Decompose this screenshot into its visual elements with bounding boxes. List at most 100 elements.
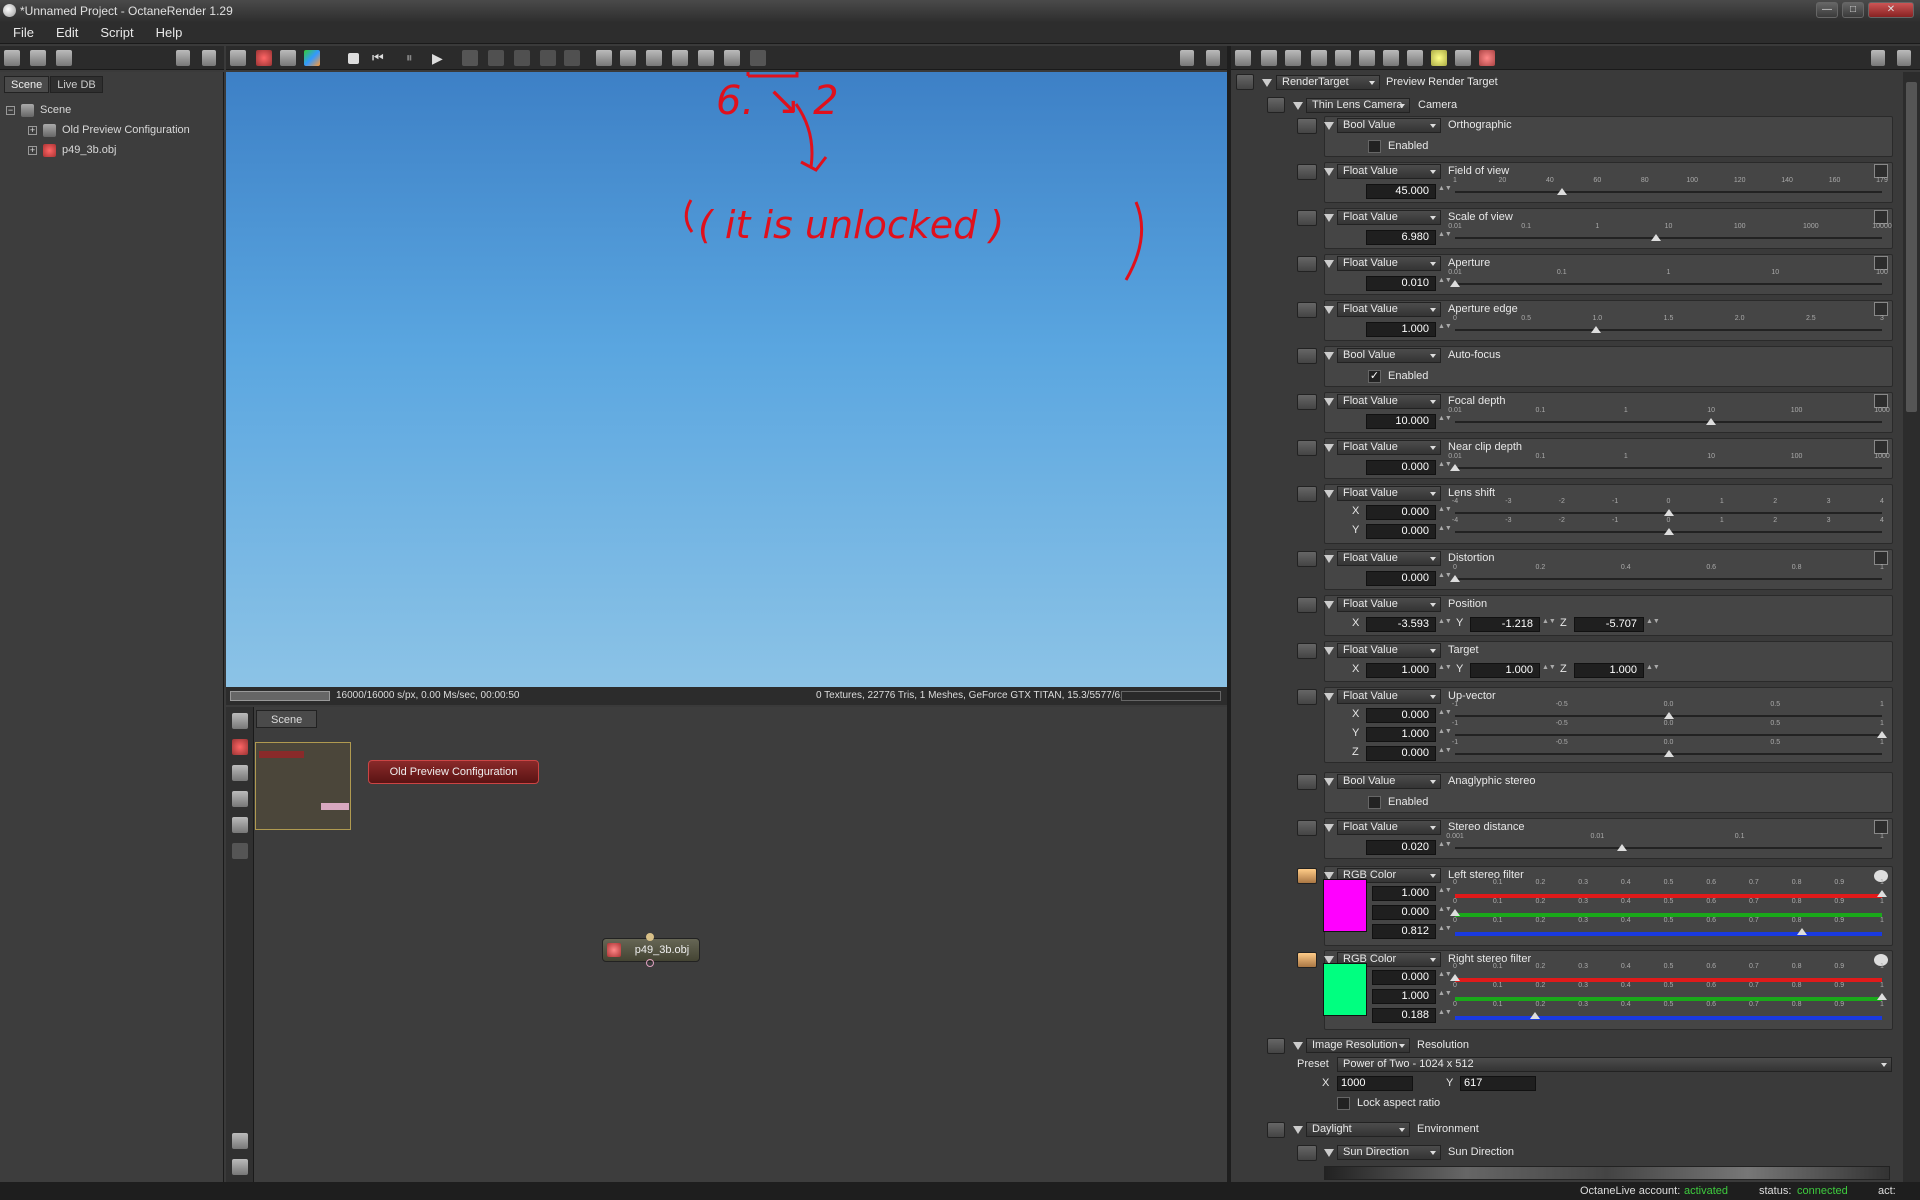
right-stereo-filter-channel-value[interactable]: 1.000: [1372, 989, 1436, 1004]
menu-file[interactable]: File: [2, 22, 45, 44]
organize-icon[interactable]: [232, 713, 248, 729]
slider-knob[interactable]: [1663, 750, 1674, 757]
spinner-arrows[interactable]: ▲▼: [1438, 525, 1452, 539]
resolution-type-dropdown[interactable]: Image Resolution: [1306, 1038, 1410, 1053]
float-pin-icon[interactable]: [1297, 643, 1317, 659]
expand-icon[interactable]: +: [28, 145, 37, 155]
collapse-icon[interactable]: [1324, 398, 1334, 406]
render-target-dropdown[interactable]: RenderTarget: [1276, 75, 1380, 90]
curve-icon[interactable]: [1874, 394, 1888, 408]
param-slider[interactable]: 0.01 0.1 1 10 100 1000: [1448, 407, 1890, 425]
slider-knob[interactable]: [1877, 731, 1887, 738]
param-slider[interactable]: -1 -0.5 0.0 0.5 1: [1452, 720, 1887, 738]
param-type-dropdown[interactable]: Float Value: [1337, 820, 1441, 835]
curve-icon[interactable]: [1874, 440, 1888, 454]
picker-icon[interactable]: [596, 50, 612, 66]
menu-edit[interactable]: Edit: [45, 22, 89, 44]
wrench-icon[interactable]: [1180, 50, 1194, 66]
fullscreen-icon[interactable]: [1897, 50, 1911, 66]
slider-knob[interactable]: [1450, 575, 1460, 582]
enabled-checkbox[interactable]: [1368, 140, 1381, 153]
spinner-arrows[interactable]: ▲▼: [1438, 841, 1452, 855]
fullscreen-icon[interactable]: [232, 1159, 248, 1175]
material-icon[interactable]: [304, 50, 320, 66]
slider-knob[interactable]: [1556, 188, 1567, 195]
left-stereo-filter-channel-value[interactable]: 0.000: [1372, 905, 1436, 920]
param-value-field[interactable]: 0.000: [1366, 708, 1436, 723]
collapse-icon[interactable]: [1293, 102, 1303, 110]
tab-scene[interactable]: Scene: [4, 76, 50, 93]
param-value-field[interactable]: 1.000: [1574, 663, 1644, 678]
left-stereo-filter-channel-slider[interactable]: 0 0.1 0.2 0.3 0.4 0.5 0.6 0.7 0.8 0.9 1: [1450, 898, 1884, 917]
collapse-icon[interactable]: [1324, 260, 1334, 268]
param-value-field[interactable]: 0.020: [1366, 840, 1436, 855]
tree-item-scene[interactable]: − Scene: [6, 100, 190, 120]
slider-knob[interactable]: [1663, 509, 1674, 516]
param-slider[interactable]: -1 -0.5 0.0 0.5 1: [1452, 739, 1884, 757]
param-slider[interactable]: 0 0.5 1.0 1.5 2.0 2.5 3: [1453, 315, 1884, 333]
fullscreen-icon[interactable]: [202, 50, 216, 66]
param-value-field[interactable]: 0.010: [1366, 276, 1436, 291]
left-stereo-filter-channel-slider[interactable]: 0 0.1 0.2 0.3 0.4 0.5 0.6 0.7 0.8 0.9 1: [1453, 879, 1887, 898]
render-viewport[interactable]: 6. ↘ 2 ( it is unlocked ): [226, 72, 1227, 687]
param-value-field[interactable]: 0.000: [1366, 746, 1436, 761]
save-image-icon[interactable]: [724, 50, 740, 66]
material-node-icon[interactable]: [232, 791, 248, 807]
float-pin-icon[interactable]: [1297, 551, 1317, 567]
param-type-dropdown[interactable]: Float Value: [1337, 597, 1441, 612]
spinner-arrows[interactable]: ▲▼: [1438, 618, 1452, 632]
left-stereo-filter-channel-value[interactable]: 0.812: [1372, 924, 1436, 939]
spinner-arrows[interactable]: ▲▼: [1646, 618, 1660, 632]
add-node-icon[interactable]: [232, 765, 248, 781]
disabled-icon[interactable]: [232, 843, 248, 859]
float-pin-icon[interactable]: [1297, 302, 1317, 318]
slider-knob[interactable]: [1663, 528, 1674, 535]
stop-icon[interactable]: [348, 53, 359, 64]
spinner-arrows[interactable]: ▲▼: [1438, 572, 1452, 586]
wrench-icon[interactable]: [1871, 50, 1885, 66]
param-type-dropdown[interactable]: Float Value: [1337, 643, 1441, 658]
tab-node-scene[interactable]: Scene: [256, 710, 318, 728]
collapse-icon[interactable]: [1324, 490, 1334, 498]
param-type-dropdown[interactable]: Bool Value: [1337, 348, 1441, 363]
param-type-dropdown[interactable]: Float Value: [1337, 394, 1441, 409]
bool-pin-icon[interactable]: [1297, 348, 1317, 364]
slider-knob[interactable]: [1450, 974, 1460, 981]
spinner-arrows[interactable]: ▲▼: [1438, 990, 1452, 1004]
collapse-icon[interactable]: [1293, 1126, 1303, 1134]
param-slider[interactable]: 0 0.2 0.4 0.6 0.8 1: [1450, 564, 1884, 582]
picture-icon[interactable]: [1407, 50, 1423, 66]
kernel-icon[interactable]: [1335, 50, 1351, 66]
param-type-dropdown[interactable]: Float Value: [1337, 440, 1441, 455]
collapse-icon[interactable]: [1324, 647, 1334, 655]
collapse-icon[interactable]: [1324, 1149, 1334, 1157]
slider-knob[interactable]: [1663, 712, 1674, 719]
param-value-field[interactable]: 0.000: [1366, 524, 1436, 539]
right-stereo-filter-channel-value[interactable]: 0.000: [1372, 970, 1436, 985]
enabled-checkbox[interactable]: [1368, 796, 1381, 809]
layers-icon[interactable]: [514, 50, 530, 66]
list-icon[interactable]: [1285, 50, 1301, 66]
collapse-icon[interactable]: [1324, 555, 1334, 563]
bool-pin-icon[interactable]: [1297, 774, 1317, 790]
res-x-field[interactable]: 1000: [1337, 1076, 1413, 1091]
right-stereo-filter-channel-value[interactable]: 0.188: [1372, 1008, 1436, 1023]
maximize-button[interactable]: □: [1842, 2, 1864, 18]
float-pin-icon[interactable]: [1297, 820, 1317, 836]
collapse-icon[interactable]: [1293, 1042, 1303, 1050]
menu-script[interactable]: Script: [89, 22, 144, 44]
left-stereo-filter-channel-slider[interactable]: 0 0.1 0.2 0.3 0.4 0.5 0.6 0.7 0.8 0.9 1: [1453, 917, 1884, 936]
node-old-preview-config[interactable]: Old Preview Configuration: [368, 760, 539, 784]
spinner-arrows[interactable]: ▲▼: [1438, 185, 1452, 199]
curve-icon[interactable]: [1874, 164, 1888, 178]
color-pin-icon[interactable]: [1297, 868, 1317, 884]
param-type-dropdown[interactable]: Float Value: [1337, 210, 1441, 225]
spinner-arrows[interactable]: ▲▼: [1438, 971, 1452, 985]
param-slider[interactable]: -4 -3 -2 -1 0 1 2 3 4: [1452, 517, 1884, 535]
param-value-field[interactable]: 1.000: [1366, 322, 1436, 337]
spinner-arrows[interactable]: ▲▼: [1438, 277, 1452, 291]
param-type-dropdown[interactable]: Float Value: [1337, 256, 1441, 271]
param-type-dropdown[interactable]: Float Value: [1337, 551, 1441, 566]
slider-knob[interactable]: [1706, 418, 1717, 425]
collapse-icon[interactable]: [1324, 601, 1334, 609]
